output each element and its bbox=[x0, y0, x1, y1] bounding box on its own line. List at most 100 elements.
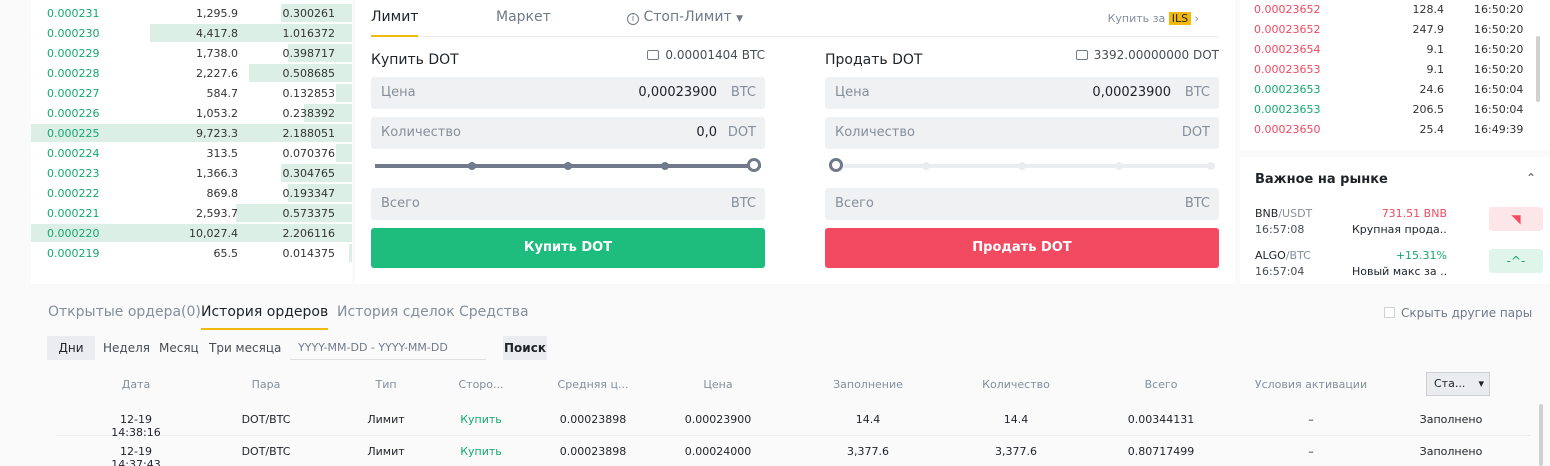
tab-open-orders[interactable]: Открытые ордера(0) bbox=[48, 304, 201, 320]
orderbook-row[interactable]: 0.000228 2,227.6 0.508685 bbox=[31, 64, 352, 84]
buy-for-link[interactable]: Купить за ILS › bbox=[1108, 12, 1199, 25]
whale-icon: ◥ bbox=[1489, 207, 1543, 231]
orderbook-row[interactable]: 0.000231 1,295.9 0.300261 bbox=[31, 4, 352, 24]
orderbook-price: 0.000229 bbox=[47, 47, 100, 60]
column-header[interactable]: Всего bbox=[1111, 378, 1211, 391]
market-base: BNB bbox=[1255, 207, 1279, 220]
orderbook-price: 0.000224 bbox=[47, 147, 100, 160]
trade-row: 0.00023653 206.5 16:50:04 bbox=[1254, 100, 1534, 120]
orderbook-total: 0.300261 bbox=[282, 7, 336, 20]
slider-step[interactable] bbox=[922, 162, 930, 170]
cell-price: 0.00023900 bbox=[684, 413, 752, 426]
slider-step[interactable] bbox=[468, 162, 476, 170]
column-header[interactable]: Тип bbox=[346, 378, 426, 391]
total-unit: BTC bbox=[730, 196, 756, 211]
slider-step[interactable] bbox=[661, 162, 669, 170]
tab-limit[interactable]: Лимит bbox=[371, 9, 419, 37]
hide-other-pairs-label: Скрыть другие пары bbox=[1401, 306, 1533, 320]
sell-button[interactable]: Продать DOT bbox=[825, 228, 1219, 268]
search-button[interactable]: Поиск bbox=[503, 336, 547, 360]
buy-total-input[interactable]: Всего BTC bbox=[371, 188, 765, 220]
orderbook-row[interactable]: 0.000223 1,366.3 0.304765 bbox=[31, 164, 352, 184]
period-week[interactable]: Неделя bbox=[95, 336, 158, 360]
sell-amount-slider[interactable] bbox=[829, 158, 1215, 174]
price-label: Цена bbox=[835, 85, 870, 100]
orderbook-amount: 10,027.4 bbox=[189, 227, 238, 240]
scrollbar[interactable] bbox=[1536, 36, 1540, 102]
column-header[interactable]: Сторо... bbox=[453, 378, 509, 391]
cell-qty: 3,377.6 bbox=[995, 445, 1037, 458]
orderbook-price: 0.000225 bbox=[47, 127, 100, 140]
orderbook-row[interactable]: 0.000222 869.8 0.193347 bbox=[31, 184, 352, 204]
sell-price-input[interactable]: Цена 0,00023900 BTC bbox=[825, 77, 1219, 109]
tab-trade-history[interactable]: История сделок bbox=[337, 304, 455, 320]
slider-step[interactable] bbox=[1115, 162, 1123, 170]
orderbook-amount: 1,738.0 bbox=[196, 47, 238, 60]
trade-amount: 9.1 bbox=[1426, 43, 1445, 56]
sell-total-input[interactable]: Всего BTC bbox=[825, 188, 1219, 220]
market-item[interactable]: ALGO/BTC 16:57:04 +15.31% Новый макс за ...… bbox=[1255, 249, 1545, 287]
orderbook-amount: 313.5 bbox=[206, 147, 239, 160]
hide-other-pairs[interactable]: Скрыть другие пары bbox=[1384, 306, 1532, 320]
orderbook-row[interactable]: 0.000225 9,723.3 2.188051 bbox=[31, 124, 352, 144]
buy-for-label: Купить за bbox=[1107, 12, 1166, 25]
cell-side[interactable]: Купить bbox=[453, 445, 509, 458]
orderbook-row[interactable]: 0.000224 313.5 0.070376 bbox=[31, 144, 352, 164]
orderbook-row[interactable]: 0.000229 1,738.0 0.398717 bbox=[31, 44, 352, 64]
tab-market[interactable]: Маркет bbox=[496, 9, 551, 25]
slider-handle[interactable] bbox=[829, 158, 843, 172]
column-header[interactable]: Количество bbox=[966, 378, 1066, 391]
slider-step[interactable] bbox=[1018, 162, 1026, 170]
period-three-months[interactable]: Три месяца bbox=[201, 336, 289, 360]
sell-qty-input[interactable]: Количество DOT bbox=[825, 117, 1219, 149]
column-header[interactable]: Дата bbox=[96, 378, 176, 391]
trend-icon: -^- bbox=[1489, 249, 1543, 273]
checkbox[interactable] bbox=[1384, 307, 1395, 318]
qty-unit: DOT bbox=[1181, 125, 1210, 140]
orderbook-total: 2.206116 bbox=[282, 227, 336, 240]
trade-row: 0.00023653 9.1 16:50:20 bbox=[1254, 60, 1534, 80]
trade-amount: 206.5 bbox=[1412, 103, 1445, 116]
buy-qty-input[interactable]: Количество 0,0 DOT bbox=[371, 117, 765, 149]
cell-avg: 0.00023898 bbox=[559, 413, 627, 426]
tab-funds[interactable]: Средства bbox=[459, 304, 529, 320]
price-unit: BTC bbox=[1184, 85, 1210, 100]
orderbook-row[interactable]: 0.000221 2,593.7 0.573375 bbox=[31, 204, 352, 224]
period-month[interactable]: Месяц bbox=[151, 336, 207, 360]
trade-price: 0.00023652 bbox=[1254, 23, 1321, 36]
tab-stop-limit[interactable]: i Стоп-Лимит ▼ bbox=[627, 9, 743, 25]
column-header[interactable]: Средняя ц... bbox=[548, 378, 638, 391]
slider-step[interactable] bbox=[564, 162, 572, 170]
orderbook-row[interactable]: 0.000219 65.5 0.014375 bbox=[31, 244, 352, 264]
orderbook-row[interactable]: 0.000227 584.7 0.132853 bbox=[31, 84, 352, 104]
period-day[interactable]: Дни bbox=[47, 336, 95, 360]
trade-price: 0.00023653 bbox=[1254, 63, 1321, 76]
slider-handle[interactable] bbox=[747, 158, 761, 172]
column-header[interactable]: Цена bbox=[673, 378, 763, 391]
scrollbar[interactable] bbox=[1539, 404, 1543, 466]
orderbook-amount: 2,227.6 bbox=[196, 67, 238, 80]
column-header[interactable]: Условия активации bbox=[1236, 378, 1386, 391]
status-select[interactable]: Ста... bbox=[1426, 372, 1490, 396]
trade-row: 0.00023652 128.4 16:50:20 bbox=[1254, 0, 1534, 20]
orderbook-row[interactable]: 0.000226 1,053.2 0.238392 bbox=[31, 104, 352, 124]
date-range-input[interactable]: YYYY-MM-DD - YYYY-MM-DD bbox=[290, 336, 486, 360]
buy-price-input[interactable]: Цена 0,00023900 BTC bbox=[371, 77, 765, 109]
market-item[interactable]: BNB/USDT 16:57:08 731.51 BNB Крупная прода.… bbox=[1255, 207, 1545, 245]
slider-step[interactable] bbox=[1207, 162, 1215, 170]
trade-price: 0.00023653 bbox=[1254, 103, 1321, 116]
buy-amount-slider[interactable] bbox=[375, 158, 761, 174]
column-header[interactable]: Заполнение bbox=[818, 378, 918, 391]
orderbook-row[interactable]: 0.000220 10,027.4 2.206116 bbox=[31, 224, 352, 244]
cell-qty: 14.4 bbox=[1003, 413, 1029, 426]
collapse-icon[interactable]: ⌃ bbox=[1526, 171, 1536, 185]
cell-side[interactable]: Купить bbox=[453, 413, 509, 426]
orders-panel: Открытые ордера(0) История ордеров Истор… bbox=[31, 290, 1550, 466]
orderbook-row[interactable]: 0.000230 4,417.8 1.016372 bbox=[31, 24, 352, 44]
buy-button[interactable]: Купить DOT bbox=[371, 228, 765, 268]
buy-balance-value: 0.00001404 BTC bbox=[665, 48, 765, 62]
column-header[interactable]: Пара bbox=[226, 378, 306, 391]
depth-bar bbox=[349, 244, 352, 262]
tab-order-history[interactable]: История ордеров bbox=[201, 304, 329, 330]
market-time: 16:57:08 bbox=[1255, 223, 1305, 236]
